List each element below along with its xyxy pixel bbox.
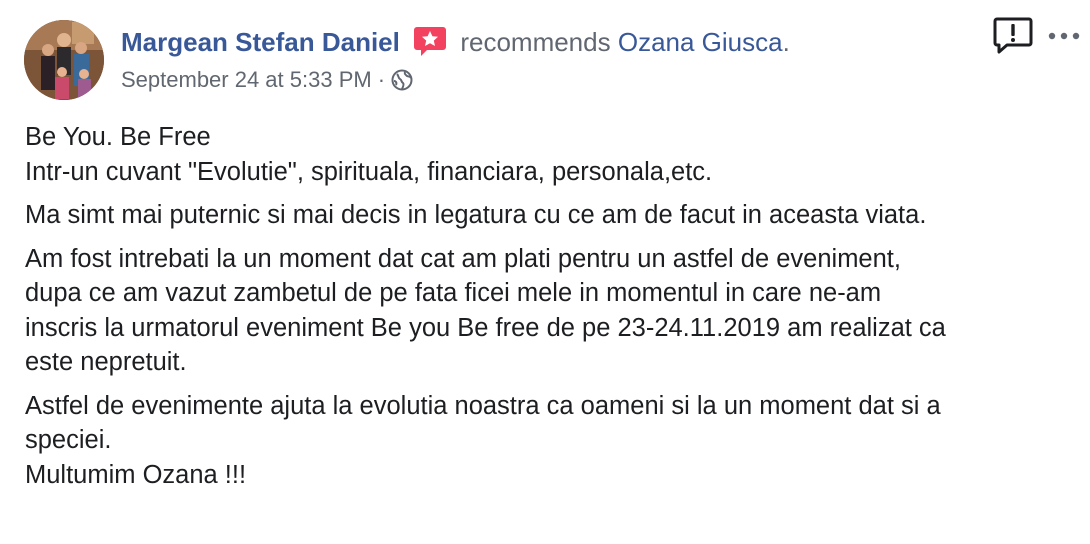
paragraph-line: Be You. Be Free <box>25 123 211 151</box>
recommended-page-link[interactable]: Ozana Giusca <box>618 27 783 57</box>
post-header: Margean Stefan Daniel recommends Ozana G… <box>121 24 790 60</box>
paragraph-line: speciei. <box>25 426 112 454</box>
globe-icon[interactable] <box>391 69 413 91</box>
post-meta: September 24 at 5:33 PM · <box>121 66 413 94</box>
more-options-icon[interactable] <box>1046 24 1082 48</box>
author-avatar[interactable] <box>24 20 104 100</box>
paragraph-line: Astfel de evenimente ajuta la evolutia n… <box>25 391 941 420</box>
paragraph-line: Am fost intrebati la un moment dat cat a… <box>25 244 901 273</box>
post-timestamp-link[interactable]: September 24 at 5:33 PM <box>121 67 372 92</box>
paragraph-line: este nepretuit. <box>25 348 187 376</box>
author-name-link[interactable]: Margean Stefan Daniel <box>121 27 400 57</box>
family-photo <box>24 20 104 100</box>
paragraph-line: Multumim Ozana !!! <box>25 460 247 489</box>
paragraph-line: Intr-un cuvant "Evolutie", spirituala, f… <box>25 157 713 186</box>
meta-separator: · <box>377 67 386 92</box>
paragraph-line: Ma simt mai puternic si mai decis in leg… <box>25 201 927 229</box>
report-icon[interactable] <box>993 16 1033 56</box>
paragraph-line: dupa ce am vazut zambetul de pe fata fic… <box>25 279 882 307</box>
paragraph: Am fost intrebati la un moment dat cat a… <box>25 242 1075 380</box>
paragraph: Astfel de evenimente ajuta la evolutia n… <box>25 389 1075 493</box>
paragraph-line: inscris la urmatorul eveniment Be you Be… <box>25 313 946 342</box>
paragraph: Be You. Be Free Intr-un cuvant "Evolutie… <box>25 120 1075 189</box>
header-period: . <box>782 27 790 57</box>
recommendation-post: Margean Stefan Daniel recommends Ozana G… <box>0 0 1090 544</box>
recommends-verb: recommends <box>460 27 611 57</box>
post-body: Be You. Be Free Intr-un cuvant "Evolutie… <box>25 120 1075 501</box>
recommendation-badge-icon <box>413 25 447 57</box>
paragraph: Ma simt mai puternic si mai decis in leg… <box>25 198 1075 233</box>
